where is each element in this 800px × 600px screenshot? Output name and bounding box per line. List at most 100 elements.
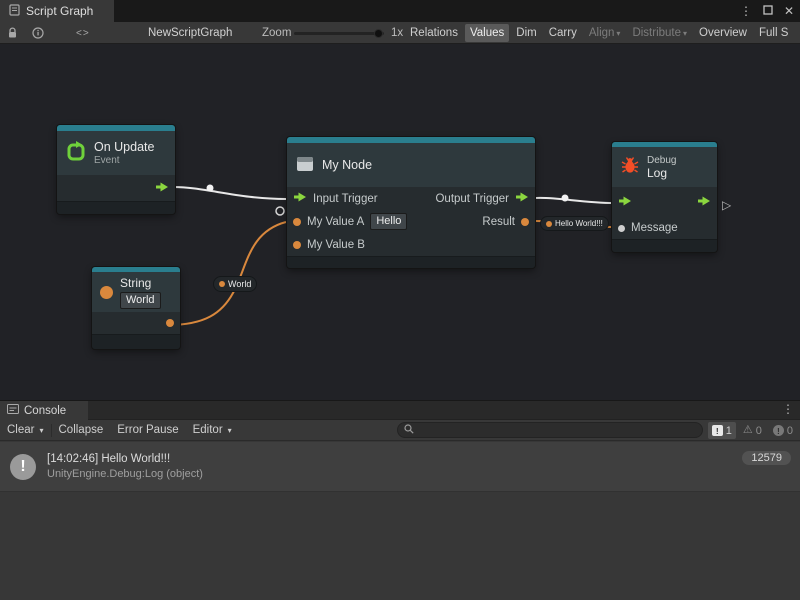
relations-button[interactable]: Relations (405, 24, 463, 42)
node-footer (612, 239, 717, 252)
zoom-value: 1x (391, 22, 403, 44)
trigger-output-port[interactable] (155, 182, 169, 195)
graph-toolbar: <> NewScriptGraph Zoom 1x Relations Valu… (0, 22, 800, 44)
window-tab-bar: Script Graph ⋮ ✕ (0, 0, 800, 22)
console-search[interactable] (397, 422, 703, 438)
trigger-input-port[interactable] (293, 192, 307, 205)
chevron-down-icon: ▾ (228, 426, 232, 435)
trigger-input-port[interactable] (618, 196, 632, 209)
node-title: Log (647, 166, 676, 180)
node-footer (57, 201, 175, 214)
console-panel: Console ⋮ Clear ▾ Collapse Error Pause E… (0, 400, 800, 600)
trigger-output-port[interactable] (697, 196, 711, 209)
warning-count-toggle[interactable]: ⚠ 0 (739, 422, 766, 439)
console-log-entry[interactable]: ! [14:02:46] Hello World!!! UnityEngine.… (0, 442, 800, 492)
warning-icon: ⚠ (743, 425, 753, 436)
my-node-header: My Node (287, 143, 535, 187)
port-label: Message (631, 222, 678, 234)
log-icon: ! (712, 425, 723, 436)
port-label: My Value A (307, 216, 364, 228)
node-title: My Node (322, 158, 372, 172)
maximize-icon[interactable] (763, 4, 773, 18)
tab-title: Script Graph (26, 4, 93, 18)
string-node[interactable]: String World (92, 267, 180, 349)
error-pause-button[interactable]: Error Pause (110, 420, 185, 440)
node-title: String (120, 276, 161, 290)
bug-icon (620, 156, 640, 178)
lock-icon[interactable] (7, 22, 18, 44)
node-footer (92, 334, 180, 349)
error-icon: ! (773, 425, 784, 436)
unity-window: Script Graph ⋮ ✕ <> NewScriptGraph Zoom … (0, 0, 800, 600)
zoom-slider[interactable] (294, 22, 384, 44)
value-input-port[interactable] (618, 225, 625, 232)
node-icon (295, 155, 315, 176)
close-icon[interactable]: ✕ (784, 4, 794, 18)
value-output-port[interactable] (166, 319, 174, 327)
tab-menu-kebab-icon[interactable]: ⋮ (740, 4, 752, 18)
log-stack-trace: UnityEngine.Debug:Log (object) (47, 468, 790, 480)
string-header: String World (92, 272, 180, 312)
debug-log-node[interactable]: Debug Log Message (612, 142, 717, 252)
loop-event-icon (65, 141, 87, 166)
chevron-down-icon: ▾ (39, 426, 43, 435)
value-dot-icon (546, 221, 552, 227)
tab-console[interactable]: Console (0, 401, 88, 420)
editor-dropdown[interactable]: Editor ▾ (186, 420, 239, 440)
zoom-slider-knob[interactable] (374, 29, 383, 38)
value-input-port[interactable] (293, 218, 301, 226)
search-icon (404, 424, 414, 437)
search-input[interactable] (418, 424, 696, 436)
script-graph-icon (9, 4, 20, 19)
chevron-down-icon: ▾ (683, 29, 687, 38)
debug-log-header: Debug Log (612, 147, 717, 187)
string-value-field[interactable]: World (120, 292, 161, 309)
align-button[interactable]: Align▾ (584, 24, 626, 42)
value-dot-icon (219, 281, 225, 287)
wire-value-bubble-hello-world: Hello World!!! (540, 216, 609, 231)
log-count-toggle[interactable]: ! 1 (708, 422, 736, 439)
error-count-toggle[interactable]: ! 0 (769, 422, 797, 439)
distribute-button[interactable]: Distribute▾ (627, 24, 692, 42)
graph-name-label: NewScriptGraph (148, 22, 232, 44)
console-icon (7, 404, 19, 417)
play-indicator-icon: ▷ (722, 198, 731, 212)
port-label: Result (482, 216, 515, 228)
trigger-output-port[interactable] (515, 192, 529, 205)
collapse-button[interactable]: Collapse (52, 420, 111, 440)
console-toolbar: Clear ▾ Collapse Error Pause Editor ▾ ! … (0, 420, 800, 441)
info-icon[interactable] (32, 22, 44, 44)
string-icon (100, 286, 113, 299)
overview-button[interactable]: Overview (694, 24, 752, 42)
values-button[interactable]: Values (465, 24, 509, 42)
my-node[interactable]: My Node Input Trigger Output Trigger My … (287, 137, 535, 268)
log-message-icon: ! (10, 454, 36, 480)
node-category: Debug (647, 155, 676, 166)
wire-value-bubble-world: World (213, 276, 257, 292)
tab-script-graph[interactable]: Script Graph (0, 0, 114, 22)
graph-toolbar-buttons: Relations Values Dim Carry Align▾ Distri… (404, 22, 800, 44)
on-update-node[interactable]: On Update Event (57, 125, 175, 214)
node-subtitle: Event (94, 155, 154, 166)
console-menu-kebab-icon[interactable]: ⋮ (782, 402, 794, 416)
my-value-a-field[interactable]: Hello (370, 213, 407, 230)
port-label: My Value B (307, 239, 365, 251)
log-message-text: [14:02:46] Hello World!!! (47, 453, 790, 465)
fullscreen-button[interactable]: Full S (754, 24, 793, 42)
value-input-port[interactable] (293, 241, 301, 249)
node-footer (287, 256, 535, 268)
carry-button[interactable]: Carry (544, 24, 582, 42)
value-output-port[interactable] (521, 218, 529, 226)
console-tab-title: Console (24, 405, 66, 417)
console-tab-bar: Console ⋮ (0, 401, 800, 420)
chevron-down-icon: ▾ (616, 29, 620, 38)
zoom-label: Zoom (262, 22, 291, 44)
port-label: Output Trigger (435, 193, 509, 205)
dim-button[interactable]: Dim (511, 24, 541, 42)
log-collapse-count-badge: 12579 (742, 451, 791, 465)
on-update-header: On Update Event (57, 131, 175, 175)
clear-button[interactable]: Clear ▾ (0, 420, 51, 440)
node-title: On Update (94, 140, 154, 154)
code-view-icon[interactable]: <> (76, 22, 90, 44)
port-label: Input Trigger (313, 193, 378, 205)
